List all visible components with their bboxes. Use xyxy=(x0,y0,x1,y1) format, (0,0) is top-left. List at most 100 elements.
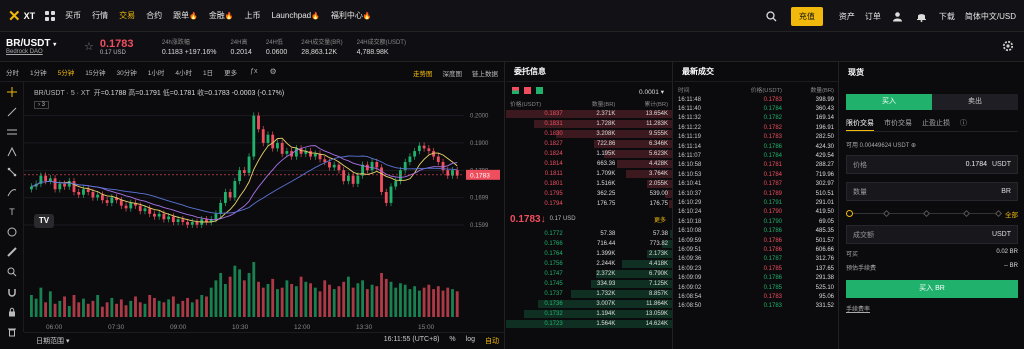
nav-item-4[interactable]: 跟单🔥 xyxy=(173,10,198,21)
slider-mark-100[interactable] xyxy=(994,209,1003,218)
ask-row[interactable]: 0.1811 1.709K 3.764K xyxy=(506,169,672,179)
user-icon[interactable] xyxy=(891,9,905,23)
slider-mark-50[interactable] xyxy=(922,209,931,218)
download-menu[interactable]: 下载 xyxy=(939,11,955,22)
bid-row[interactable]: 0.1772 57.38 57.38 xyxy=(506,229,672,239)
timeframe-option[interactable]: 5分钟 xyxy=(58,67,75,77)
bid-row[interactable]: 0.1732 1.194K 13.059K xyxy=(506,309,672,319)
chart-view-tab[interactable]: 走势图 xyxy=(413,68,433,78)
all-button[interactable]: 全部 xyxy=(1005,209,1018,219)
date-range-button[interactable]: 日期范围 ▾ xyxy=(36,336,69,346)
slider-knob[interactable] xyxy=(846,210,853,217)
slider-mark-25[interactable] xyxy=(882,209,891,218)
text-tool-icon[interactable]: T xyxy=(0,202,24,222)
project-link[interactable]: Bedrock DAO xyxy=(6,49,84,55)
amount-input[interactable]: 成交额 USDT xyxy=(846,225,1018,244)
timeframe-option[interactable]: 15分钟 xyxy=(85,67,105,77)
timeframe-option[interactable]: 1日 xyxy=(203,67,213,77)
chart-view-tab[interactable]: 深度图 xyxy=(443,68,463,78)
pitchfork-icon[interactable] xyxy=(0,142,24,162)
zoom-in-icon[interactable] xyxy=(0,262,24,282)
bid-row[interactable]: 0.1756 2.244K 4.418K xyxy=(506,259,672,269)
nav-item-1[interactable]: 行情 xyxy=(92,10,108,21)
crosshair-icon[interactable] xyxy=(0,82,24,102)
nav-item-5[interactable]: 金融🔥 xyxy=(209,10,234,21)
ask-row[interactable]: 0.1831 1.728K 11.283K xyxy=(506,119,672,129)
precision-selector[interactable]: 0.0001 ▾ xyxy=(639,88,664,96)
nav-item-6[interactable]: 上币 xyxy=(245,10,261,21)
pair-selector[interactable]: BR/USDT ▾ Bedrock DAO xyxy=(6,38,84,55)
auto-scale-toggle[interactable]: 自动 xyxy=(485,336,499,346)
node-path-icon[interactable] xyxy=(0,162,24,182)
slider-mark-75[interactable] xyxy=(962,209,971,218)
language-currency-menu[interactable]: 简体中文/USD xyxy=(965,11,1016,22)
indicator-icon[interactable]: ƒx xyxy=(250,68,257,75)
bid-row[interactable]: 0.1764 1.399K 2.173K xyxy=(506,249,672,259)
timeframe-option[interactable]: 1分钟 xyxy=(30,67,47,77)
ask-row[interactable]: 0.1801 1.516K 2.055K xyxy=(506,179,672,189)
emoji-icon[interactable] xyxy=(0,222,24,242)
tradingview-logo[interactable]: TV xyxy=(34,214,54,228)
bell-icon[interactable] xyxy=(915,9,929,23)
search-icon[interactable] xyxy=(765,9,779,23)
bid-row[interactable]: 0.1766 716.44 773.82 xyxy=(506,239,672,249)
fee-rate-link[interactable]: 手续费率 xyxy=(846,304,1018,313)
assets-menu[interactable]: 资产 xyxy=(839,11,855,22)
bid-row[interactable]: 0.1747 2.372K 6.790K xyxy=(506,269,672,279)
nav-item-0[interactable]: 买币 xyxy=(65,10,81,21)
order-type-tab[interactable]: 止盈止损 xyxy=(922,118,950,131)
orders-menu[interactable]: 订单 xyxy=(865,11,881,22)
order-type-tab[interactable]: 市价交易 xyxy=(884,118,912,131)
bid-row[interactable]: 0.1723 1.564K 14.624K xyxy=(506,319,672,329)
bid-row[interactable]: 0.1736 3.007K 11.864K xyxy=(506,299,672,309)
trend-line-icon[interactable] xyxy=(0,102,24,122)
ask-row[interactable]: 0.1814 663.36 4.428K xyxy=(506,159,672,169)
candlestick-chart[interactable]: 0.20000.19000.17990.16990.15990.178306:0… xyxy=(24,82,505,332)
deposit-button[interactable]: 充值 xyxy=(790,6,823,26)
magnet-icon[interactable] xyxy=(0,282,24,302)
xt-logo[interactable]: ✕ XT xyxy=(8,7,35,25)
percent-scale-toggle[interactable]: % xyxy=(449,336,455,346)
log-scale-toggle[interactable]: log xyxy=(466,336,475,346)
add-funds-icon[interactable]: ⊕ xyxy=(911,143,916,149)
brush-icon[interactable] xyxy=(0,182,24,202)
ask-row[interactable]: 0.1824 1.195K 5.623K xyxy=(506,149,672,159)
horizontal-lines-icon[interactable] xyxy=(0,122,24,142)
trash-icon[interactable] xyxy=(0,322,24,342)
price-input[interactable]: 价格 0.1784 USDT xyxy=(846,155,1018,174)
ask-row[interactable]: 0.1837 2.371K 13.654K xyxy=(506,109,672,119)
favorite-star-icon[interactable]: ☆ xyxy=(84,40,94,53)
ruler-icon[interactable] xyxy=(0,242,24,262)
chart-view-tab[interactable]: 链上数据 xyxy=(472,68,498,78)
ask-row[interactable]: 0.1827 722.86 6.346K xyxy=(506,139,672,149)
ask-row[interactable]: 0.1795 362.25 539.00 xyxy=(506,189,672,199)
settings-gear-icon[interactable] xyxy=(1002,40,1014,54)
nav-item-2[interactable]: 交易 xyxy=(119,10,135,21)
apps-grid-icon[interactable] xyxy=(45,10,56,21)
asks-only-view-icon[interactable] xyxy=(524,86,531,94)
buy-tab[interactable]: 买入 xyxy=(846,94,932,110)
info-icon[interactable]: ⓘ xyxy=(960,118,967,131)
nav-item-3[interactable]: 合约 xyxy=(146,10,162,21)
sell-tab[interactable]: 卖出 xyxy=(932,94,1018,110)
nav-item-7[interactable]: Launchpad🔥 xyxy=(272,11,320,20)
buy-submit-button[interactable]: 买入 BR xyxy=(846,280,1018,298)
ask-row[interactable]: 0.1830 3.208K 9.555K xyxy=(506,129,672,139)
bid-row[interactable]: 0.1745 334.93 7.125K xyxy=(506,279,672,289)
nav-item-8[interactable]: 福利中心🔥 xyxy=(331,10,372,21)
timeframe-option[interactable]: 30分钟 xyxy=(116,67,136,77)
quantity-slider[interactable]: 全部 xyxy=(846,209,1018,219)
ask-row[interactable]: 0.1794 176.75 176.75 xyxy=(506,199,672,209)
timeframe-option[interactable]: 更多 xyxy=(224,67,237,77)
order-type-tab[interactable]: 限价交易 xyxy=(846,118,874,131)
chart-settings-icon[interactable]: ⚙ xyxy=(270,67,277,76)
both-sides-view-icon[interactable] xyxy=(512,86,519,94)
more-link[interactable]: 更多 xyxy=(654,215,666,224)
bid-row[interactable]: 0.1737 1.732K 8.857K xyxy=(506,289,672,299)
timeframe-option[interactable]: 1小时 xyxy=(148,67,165,77)
timeframe-option[interactable]: 分时 xyxy=(6,67,19,77)
quantity-input[interactable]: 数量 BR xyxy=(846,182,1018,201)
hidden-indicators-toggle[interactable]: › 3 xyxy=(34,101,50,109)
lock-icon[interactable] xyxy=(0,302,24,322)
bids-only-view-icon[interactable] xyxy=(536,86,543,94)
